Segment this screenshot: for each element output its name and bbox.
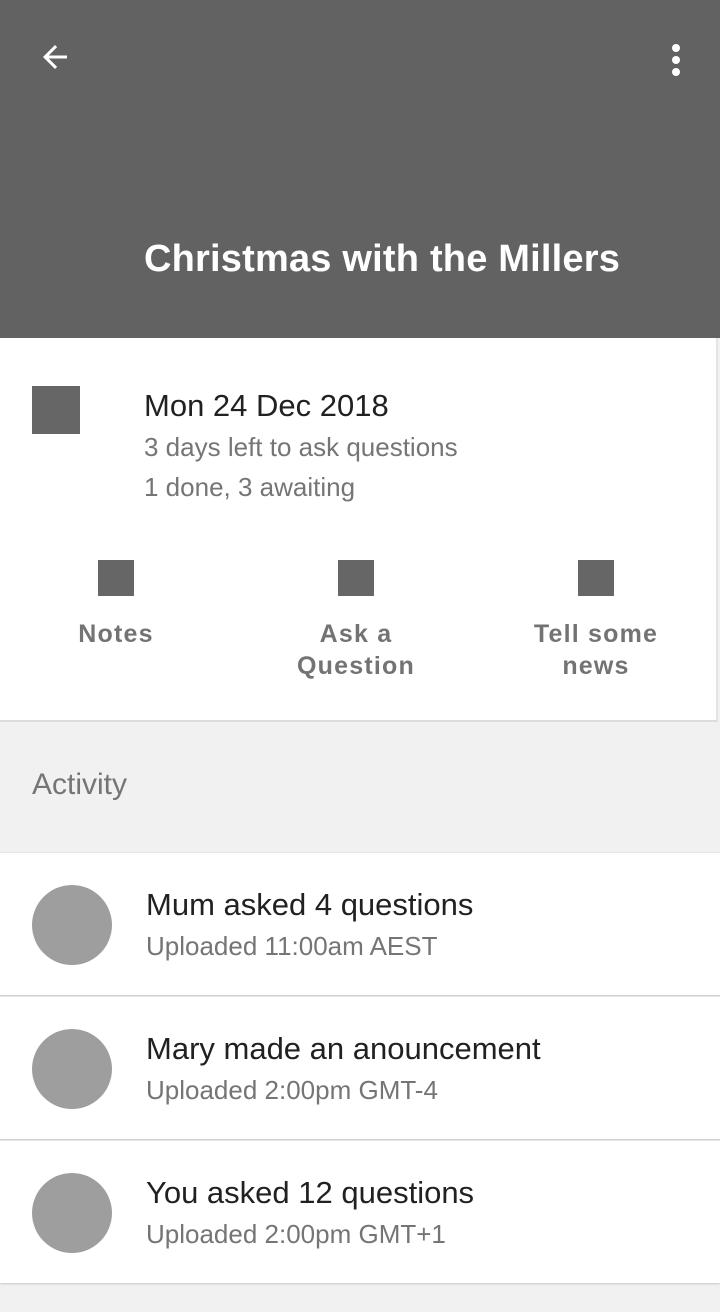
activity-item[interactable]: Mary made an anouncement Uploaded 2:00pm… <box>0 996 720 1139</box>
avatar <box>32 1173 112 1253</box>
activity-timestamp: Uploaded 11:00am AEST <box>146 931 438 961</box>
notes-button[interactable]: Notes <box>0 560 236 650</box>
tell-news-label: Tell some news <box>533 620 659 680</box>
notes-icon <box>98 560 134 596</box>
activity-item[interactable]: You asked 12 questions Uploaded 2:00pm G… <box>0 1140 720 1283</box>
ask-question-button[interactable]: Ask a Question <box>236 560 476 682</box>
activity-title: Mary made an anouncement <box>146 1031 541 1066</box>
event-summary-card: Mon 24 Dec 2018 3 days left to ask quest… <box>0 338 718 722</box>
app-bar: Christmas with the Millers <box>0 0 720 338</box>
activity-section-header: Activity <box>32 768 128 801</box>
avatar <box>32 885 112 965</box>
activity-timestamp: Uploaded 2:00pm GMT+1 <box>146 1219 446 1249</box>
page-title: Christmas with the Millers <box>144 238 621 280</box>
notes-label: Notes <box>78 620 154 648</box>
event-status: 1 done, 3 awaiting <box>144 472 356 502</box>
activity-timestamp: Uploaded 2:00pm GMT-4 <box>146 1075 438 1105</box>
question-icon <box>338 560 374 596</box>
activity-title: Mum asked 4 questions <box>146 887 474 922</box>
event-days-left: 3 days left to ask questions <box>144 432 458 462</box>
ask-question-label: Ask a Question <box>297 620 415 680</box>
tell-news-button[interactable]: Tell some news <box>476 560 716 682</box>
activity-title: You asked 12 questions <box>146 1175 475 1210</box>
more-vert-icon <box>672 44 680 76</box>
avatar <box>32 1029 112 1109</box>
calendar-icon <box>32 386 80 434</box>
more-options-button[interactable] <box>652 36 700 84</box>
arrow-back-icon <box>43 45 67 69</box>
back-button[interactable] <box>30 32 80 82</box>
event-date: Mon 24 Dec 2018 <box>144 388 389 423</box>
news-icon <box>578 560 614 596</box>
activity-item[interactable]: Mum asked 4 questions Uploaded 11:00am A… <box>0 852 720 995</box>
